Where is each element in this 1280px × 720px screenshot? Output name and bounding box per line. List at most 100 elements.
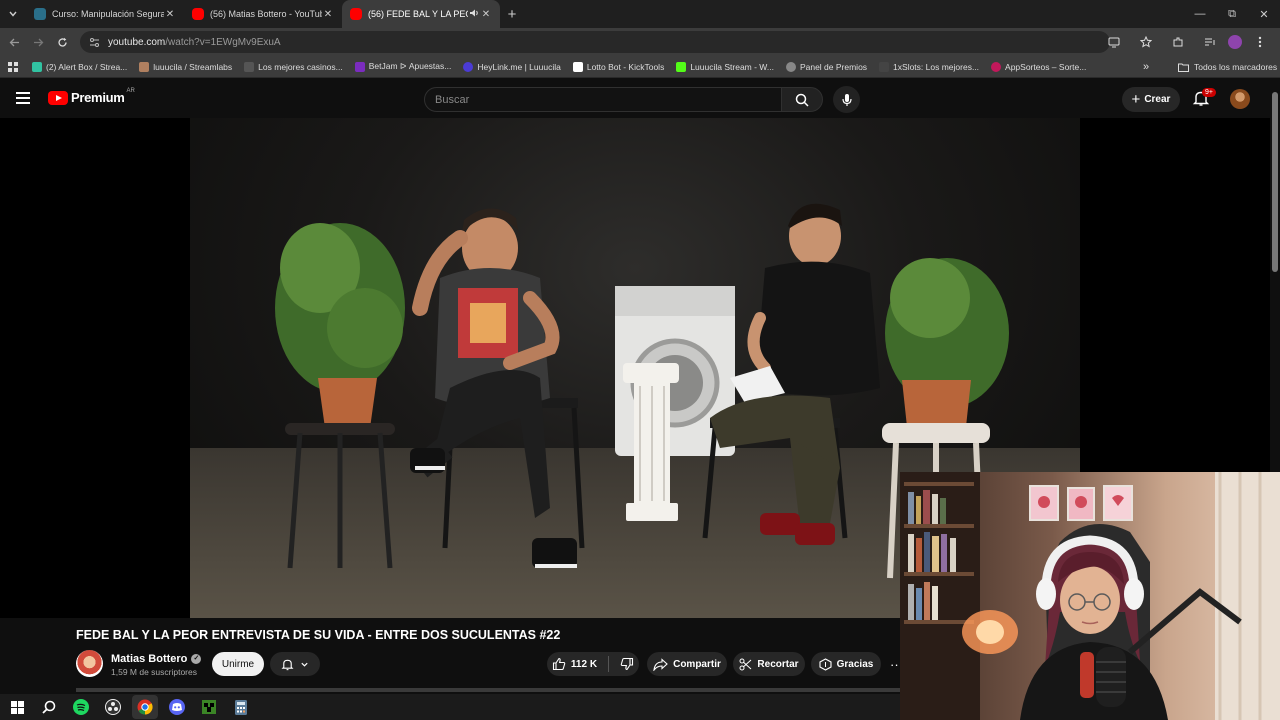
apps-grid-icon[interactable]	[0, 61, 26, 72]
bookmark-label: luuucila / Streamlabs	[153, 61, 233, 72]
verified-badge-icon: ✓	[191, 654, 202, 664]
reload-icon[interactable]	[50, 28, 74, 56]
webcam-overlay	[900, 472, 1280, 720]
spotify-icon[interactable]	[68, 695, 94, 719]
search-input[interactable]: Buscar	[424, 87, 782, 112]
browser-tab-video[interactable]: (56) FEDE BAL Y LA PEOR E ✕	[342, 0, 500, 28]
video-title: FEDE BAL Y LA PEOR ENTREVISTA DE SU VIDA…	[76, 628, 561, 642]
address-bar[interactable]: youtube.com/watch?v=1EWgMv9ExuA	[80, 31, 1110, 53]
bookmark-appsorteos[interactable]: AppSorteos – Sorte...	[985, 56, 1092, 78]
microphone-icon	[841, 93, 852, 106]
search-icon[interactable]	[36, 695, 62, 719]
kick-icon	[676, 61, 687, 72]
like-dislike-group: 112 K	[547, 652, 639, 676]
subscription-bell-button[interactable]	[270, 652, 320, 676]
tab-close-icon[interactable]: ✕	[164, 9, 176, 20]
search-button[interactable]	[781, 87, 823, 112]
tab-search-chevron-icon[interactable]	[0, 0, 26, 28]
plus-icon: +	[1131, 91, 1141, 108]
site-info-icon[interactable]	[88, 36, 100, 48]
chrome-icon[interactable]	[132, 695, 158, 719]
notification-count-badge: 9+	[1202, 88, 1216, 97]
thumbs-down-icon[interactable]	[620, 657, 634, 671]
thanks-button[interactable]: Gracias	[811, 652, 881, 676]
minimize-button[interactable]: —	[1184, 0, 1216, 28]
tab-title: Curso: Manipulación Segura de	[52, 9, 164, 19]
browser-tab-course[interactable]: Curso: Manipulación Segura de ✕	[26, 0, 184, 28]
url-host: youtube.com	[108, 36, 166, 48]
brand-label: Premium	[71, 90, 125, 105]
youtube-play-icon	[48, 90, 68, 105]
join-button[interactable]: Unirme	[212, 652, 264, 676]
bookmark-heylink[interactable]: HeyLink.me | Luuucila	[457, 56, 566, 78]
page-scrollbar-thumb[interactable]	[1272, 92, 1278, 272]
media-controls-icon[interactable]	[1196, 28, 1224, 56]
account-avatar[interactable]	[1230, 89, 1250, 109]
bookmark-betjam[interactable]: BetJam ᐅ Apuestas...	[349, 56, 458, 78]
back-arrow-icon[interactable]	[2, 28, 26, 56]
channel-name[interactable]: Matias Bottero	[111, 653, 187, 665]
streamlabs-icon	[32, 61, 42, 72]
create-label: Crear	[1144, 94, 1171, 105]
browser-toolbar: youtube.com/watch?v=1EWgMv9ExuA	[0, 28, 1280, 56]
tab-close-icon[interactable]: ✕	[480, 9, 492, 20]
like-count[interactable]: 112 K	[571, 659, 597, 670]
bookmark-label: Luuucila Stream - W...	[690, 61, 774, 72]
speaker-icon[interactable]	[468, 8, 480, 21]
bookmark-stream[interactable]: Luuucila Stream - W...	[670, 56, 780, 78]
bell-icon	[281, 659, 294, 670]
bookmark-star-icon[interactable]	[1132, 28, 1160, 56]
youtube-favicon-icon	[192, 8, 204, 20]
new-tab-button[interactable]: +	[500, 6, 524, 23]
channel-name-row[interactable]: Matias Bottero ✓	[111, 653, 202, 665]
create-button[interactable]: + Crear	[1122, 87, 1180, 112]
section-divider	[76, 688, 901, 692]
slots-icon	[879, 61, 890, 72]
clip-button[interactable]: Recortar	[733, 652, 805, 676]
like-divider	[608, 656, 610, 672]
share-arrow-icon	[653, 657, 668, 671]
tab-close-icon[interactable]: ✕	[322, 9, 334, 20]
cast-icon[interactable]	[1100, 28, 1128, 56]
toolbar-actions	[1100, 28, 1274, 56]
tab-title: (56) Matias Bottero - YouTube	[210, 9, 322, 19]
bookmark-label: Los mejores casinos...	[258, 61, 343, 72]
browser-menu-icon[interactable]	[1246, 28, 1274, 56]
obs-icon[interactable]	[100, 695, 126, 719]
bookmark-premios[interactable]: Panel de Premios	[780, 56, 873, 78]
browser-tab-channel[interactable]: (56) Matias Bottero - YouTube ✕	[184, 0, 342, 28]
all-bookmarks-folder[interactable]: Todos los marcadores	[1178, 56, 1277, 78]
bookmark-label: 1xSlots: Los mejores...	[893, 61, 980, 72]
windows-taskbar	[0, 694, 900, 720]
discord-icon[interactable]	[164, 695, 190, 719]
bookmark-1xslots[interactable]: 1xSlots: Los mejores...	[873, 56, 985, 78]
minecraft-icon[interactable]	[196, 695, 222, 719]
thumbs-up-icon[interactable]	[552, 657, 566, 671]
youtube-favicon-icon	[350, 8, 362, 20]
country-code: AR	[126, 87, 135, 94]
appsorteos-icon	[991, 61, 1002, 72]
heylink-icon	[463, 61, 474, 72]
bookmark-casinos[interactable]: Los mejores casinos...	[238, 56, 349, 78]
scissors-icon	[739, 658, 752, 670]
bookmark-label: Lotto Bot - KickTools	[586, 61, 665, 72]
windows-start-icon[interactable]	[4, 695, 30, 719]
window-controls: — ⧉ ✕	[1184, 0, 1280, 28]
forward-arrow-icon[interactable]	[26, 28, 50, 56]
bookmark-lotto-bot[interactable]: Lotto Bot - KickTools	[567, 56, 670, 78]
youtube-header: Premium AR Buscar + Crear	[0, 80, 1280, 118]
channel-avatar[interactable]	[76, 650, 103, 677]
share-button[interactable]: Compartir	[647, 652, 727, 676]
bookmark-streamlabs[interactable]: luuucila / Streamlabs	[133, 56, 238, 78]
chevron-down-icon	[301, 662, 308, 667]
more-bookmarks-icon[interactable]: »	[1143, 56, 1149, 78]
youtube-premium-logo[interactable]: Premium AR	[48, 87, 135, 105]
close-window-button[interactable]: ✕	[1248, 0, 1280, 28]
profile-avatar[interactable]	[1228, 35, 1242, 49]
extensions-icon[interactable]	[1164, 28, 1192, 56]
hamburger-menu-icon[interactable]	[16, 92, 30, 104]
calculator-icon[interactable]	[228, 695, 254, 719]
bookmark-alert-box[interactable]: (2) Alert Box / Strea...	[26, 56, 133, 78]
voice-search-button[interactable]	[833, 86, 860, 113]
maximize-button[interactable]: ⧉	[1216, 0, 1248, 28]
